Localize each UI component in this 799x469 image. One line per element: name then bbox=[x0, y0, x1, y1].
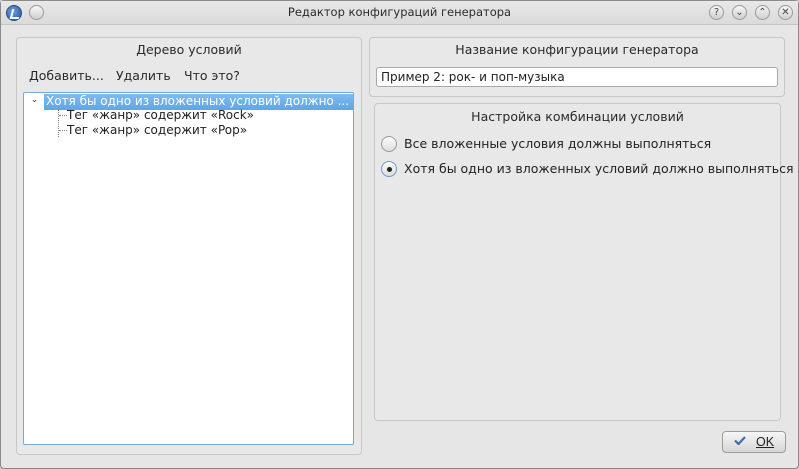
remove-button[interactable]: Удалить bbox=[116, 68, 171, 83]
all-conditions-label[interactable]: Все вложенные условия должны выполняться bbox=[404, 136, 711, 151]
window-title: Редактор конфигураций генератора bbox=[287, 5, 512, 19]
minimize-button[interactable]: ⌄ bbox=[732, 5, 747, 20]
tree-child-item[interactable]: Тег «жанр» содержит «Pop» bbox=[67, 123, 247, 139]
collapse-icon[interactable]: ⌄ bbox=[29, 95, 40, 106]
tree-branch-line bbox=[58, 109, 59, 137]
any-condition-label[interactable]: Хотя бы одно из вложенных условий должно… bbox=[404, 161, 794, 176]
title-bar[interactable]: Редактор конфигураций генератора ? ⌄ ⌃ ✕ bbox=[1, 1, 798, 25]
close-button[interactable]: ✕ bbox=[778, 5, 793, 20]
whats-this-button[interactable]: Что это? bbox=[184, 68, 240, 83]
combination-title: Настройка комбинации условий bbox=[471, 109, 684, 124]
conditions-tree-title: Дерево условий bbox=[136, 42, 242, 57]
help-button[interactable]: ? bbox=[709, 5, 724, 20]
all-conditions-radio[interactable] bbox=[381, 136, 397, 152]
ok-label: OK bbox=[756, 435, 775, 449]
any-condition-radio[interactable] bbox=[381, 161, 397, 177]
tree-branch-line bbox=[59, 115, 67, 116]
config-name-title: Название конфигурации генератора bbox=[455, 42, 699, 57]
add-menu-button[interactable]: Добавить... bbox=[29, 68, 104, 83]
dialog-window: Редактор конфигураций генератора ? ⌄ ⌃ ✕… bbox=[0, 0, 799, 469]
tree-child-item[interactable]: Тег «жанр» содержит «Rock» bbox=[67, 108, 254, 124]
conditions-tree[interactable]: ⌄ Хотя бы одно из вложенных условий долж… bbox=[23, 92, 354, 445]
ok-button[interactable]: OK bbox=[722, 431, 786, 453]
maximize-button[interactable]: ⌃ bbox=[755, 5, 770, 20]
config-name-input[interactable] bbox=[376, 67, 778, 87]
checkmark-icon bbox=[734, 436, 746, 445]
tree-branch-line bbox=[59, 130, 67, 131]
